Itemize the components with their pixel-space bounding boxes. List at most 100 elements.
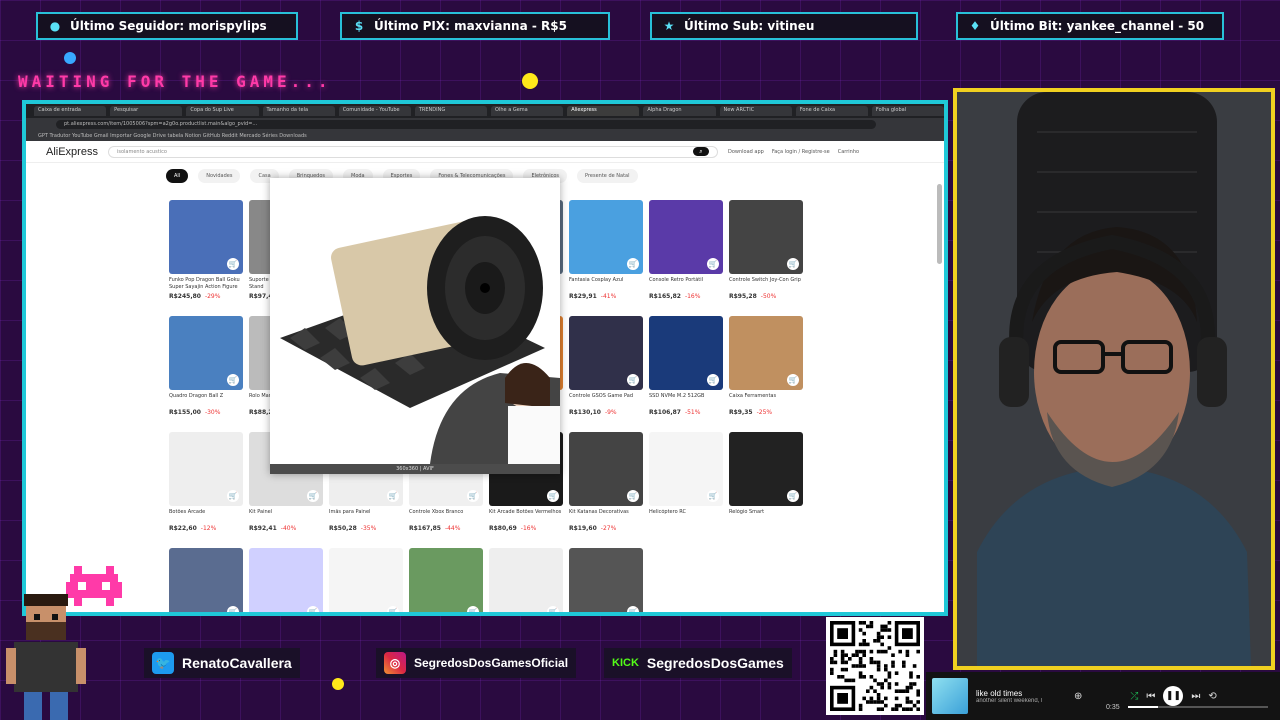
add-to-cart-icon[interactable]: 🛒: [547, 606, 559, 612]
product-card[interactable]: 🛒 Kit Katanas Decorativas R$19,60 -27%: [569, 432, 643, 548]
qr-code[interactable]: [826, 617, 924, 715]
product-thumbnail[interactable]: 🛒: [649, 432, 723, 506]
add-to-cart-icon[interactable]: 🛒: [787, 258, 799, 270]
product-title[interactable]: Controle Xbox Branco: [409, 509, 483, 523]
add-to-cart-icon[interactable]: 🛒: [787, 490, 799, 502]
nav-download-app[interactable]: Download app: [728, 149, 764, 155]
product-card[interactable]: 🛒Estátua Goku: [409, 548, 483, 612]
add-to-cart-icon[interactable]: 🛒: [467, 490, 479, 502]
twitter-handle[interactable]: 🐦 RenatoCavallera: [144, 648, 300, 678]
product-card[interactable]: 🛒Katana Preta: [569, 548, 643, 612]
product-card[interactable]: 🛒Controle RGB Transparente: [249, 548, 323, 612]
browser-tab[interactable]: New ARCTIC: [719, 106, 792, 116]
product-thumbnail[interactable]: 🛒: [729, 316, 803, 390]
product-title[interactable]: Controle GSOS Game Pad: [569, 393, 643, 407]
repeat-icon[interactable]: ⟲: [1208, 691, 1216, 702]
product-thumbnail[interactable]: 🛒: [169, 432, 243, 506]
product-title[interactable]: Kit Painel: [249, 509, 323, 523]
next-icon[interactable]: ⏭: [1191, 691, 1200, 702]
product-title[interactable]: Relógio Smart: [729, 509, 803, 523]
product-card[interactable]: 🛒Kit Arcade Azul: [489, 548, 563, 612]
product-thumbnail[interactable]: 🛒: [169, 200, 243, 274]
add-to-cart-icon[interactable]: 🛒: [627, 374, 639, 386]
product-thumbnail[interactable]: 🛒: [569, 432, 643, 506]
product-thumbnail[interactable]: 🛒: [169, 316, 243, 390]
product-title[interactable]: SSD NVMe M.2 512GB: [649, 393, 723, 407]
bookmarks-bar[interactable]: GPT Tradutor YouTube Gmail Importar Goog…: [26, 131, 944, 141]
product-card[interactable]: 🛒 Botões Arcade R$22,60 -12%: [169, 432, 243, 548]
product-card[interactable]: 🛒 Console Retro Portátil R$165,82 -16%: [649, 200, 723, 316]
product-card[interactable]: 🛒 Controle Switch Joy-Con Grip R$95,28 -50%: [729, 200, 803, 316]
product-thumbnail[interactable]: 🛒: [569, 200, 643, 274]
browser-tab[interactable]: Aliexpress: [567, 106, 640, 116]
product-title[interactable]: Helicóptero RC: [649, 509, 723, 523]
product-thumbnail[interactable]: 🛒: [569, 316, 643, 390]
add-to-cart-icon[interactable]: 🛒: [627, 606, 639, 612]
add-to-cart-icon[interactable]: 🛒: [227, 490, 239, 502]
search-input[interactable]: isolamento acustico ⌕: [107, 145, 718, 158]
product-card[interactable]: 🛒 Caixa Ferramentas R$9,35 -25%: [729, 316, 803, 432]
add-to-cart-icon[interactable]: 🛒: [227, 606, 239, 612]
nav-cart[interactable]: Carrinho: [838, 149, 859, 155]
add-to-cart-icon[interactable]: 🛒: [787, 374, 799, 386]
add-to-cart-icon[interactable]: 🛒: [387, 490, 399, 502]
add-to-cart-icon[interactable]: 🛒: [547, 490, 559, 502]
browser-tab[interactable]: Fone de Caixa: [795, 106, 868, 116]
browser-tab[interactable]: Alpha Dragon: [643, 106, 716, 116]
product-card[interactable]: 🛒 Quadro Dragon Ball Z R$155,00 -30%: [169, 316, 243, 432]
product-card[interactable]: 🛒 Helicóptero RC: [649, 432, 723, 548]
product-thumbnail[interactable]: 🛒: [729, 432, 803, 506]
browser-tab[interactable]: Pesquisar: [110, 106, 183, 116]
product-title[interactable]: Ímãs para Painel: [329, 509, 403, 523]
browser-tab[interactable]: Folha global: [871, 106, 944, 116]
product-card[interactable]: 🛒Figura Goku Criança: [169, 548, 243, 612]
add-to-cart-icon[interactable]: 🛒: [307, 606, 319, 612]
browser-tab[interactable]: Comunidade - YouTube: [338, 106, 411, 116]
aliexpress-logo[interactable]: AliExpress: [46, 146, 98, 158]
instagram-handle[interactable]: ◎ SegredosDosGamesOficial: [376, 648, 577, 678]
search-icon[interactable]: ⌕: [692, 147, 709, 156]
page-scrollbar[interactable]: [937, 184, 942, 264]
add-to-cart-icon[interactable]: 🛒: [707, 258, 719, 270]
product-thumbnail[interactable]: 🛒: [649, 200, 723, 274]
add-to-cart-icon[interactable]: 🛒: [387, 606, 399, 612]
product-thumbnail[interactable]: 🛒: [249, 548, 323, 612]
product-thumbnail[interactable]: 🛒: [409, 548, 483, 612]
category-tab[interactable]: Presente de Natal: [577, 169, 638, 183]
browser-tab[interactable]: TRENDING: [414, 106, 488, 116]
add-icon[interactable]: ⊕: [1074, 691, 1082, 702]
url-field[interactable]: pt.aliexpress.com/item/1005006?spm=a2g0o…: [56, 120, 876, 129]
product-title[interactable]: Fantasia Cosplay Azul: [569, 277, 643, 291]
browser-tab[interactable]: Caixa de entrada: [34, 106, 107, 116]
category-tab[interactable]: Novidades: [198, 169, 241, 183]
browser-tab[interactable]: Copa do Sup Live: [186, 106, 259, 116]
add-to-cart-icon[interactable]: 🛒: [707, 490, 719, 502]
shuffle-icon[interactable]: ⤮: [1130, 691, 1138, 702]
product-title[interactable]: Kit Arcade Botões Vermelhos: [489, 509, 563, 523]
product-card[interactable]: 🛒 SSD NVMe M.2 512GB R$106,87 -51%: [649, 316, 723, 432]
product-thumbnail[interactable]: 🛒: [169, 548, 243, 612]
browser-tab[interactable]: Tamanho da tela: [262, 106, 335, 116]
product-thumbnail[interactable]: 🛒: [489, 548, 563, 612]
add-to-cart-icon[interactable]: 🛒: [627, 258, 639, 270]
product-title[interactable]: Console Retro Portátil: [649, 277, 723, 291]
add-to-cart-icon[interactable]: 🛒: [627, 490, 639, 502]
kick-handle[interactable]: KICK SegredosDosGames: [604, 648, 792, 678]
product-card[interactable]: 🛒Controle Branco: [329, 548, 403, 612]
product-thumbnail[interactable]: 🛒: [729, 200, 803, 274]
track-progress[interactable]: [1128, 706, 1268, 708]
product-title[interactable]: Kit Katanas Decorativas: [569, 509, 643, 523]
add-to-cart-icon[interactable]: 🛒: [227, 258, 239, 270]
pause-button[interactable]: ❚❚: [1163, 686, 1184, 706]
product-card[interactable]: 🛒 Relógio Smart: [729, 432, 803, 548]
product-thumbnail[interactable]: 🛒: [329, 548, 403, 612]
product-title[interactable]: Controle Switch Joy-Con Grip: [729, 277, 803, 291]
nav-login[interactable]: Faça login / Registre-se: [772, 149, 830, 155]
browser-tab[interactable]: Olhe a Gema: [491, 106, 564, 116]
add-to-cart-icon[interactable]: 🛒: [707, 374, 719, 386]
product-title[interactable]: Caixa Ferramentas: [729, 393, 803, 407]
product-card[interactable]: 🛒 Funko Pop Dragon Ball Goku Super Sayaji…: [169, 200, 243, 316]
add-to-cart-icon[interactable]: 🛒: [467, 606, 479, 612]
add-to-cart-icon[interactable]: 🛒: [307, 490, 319, 502]
address-bar[interactable]: pt.aliexpress.com/item/1005006?spm=a2g0o…: [26, 118, 944, 131]
